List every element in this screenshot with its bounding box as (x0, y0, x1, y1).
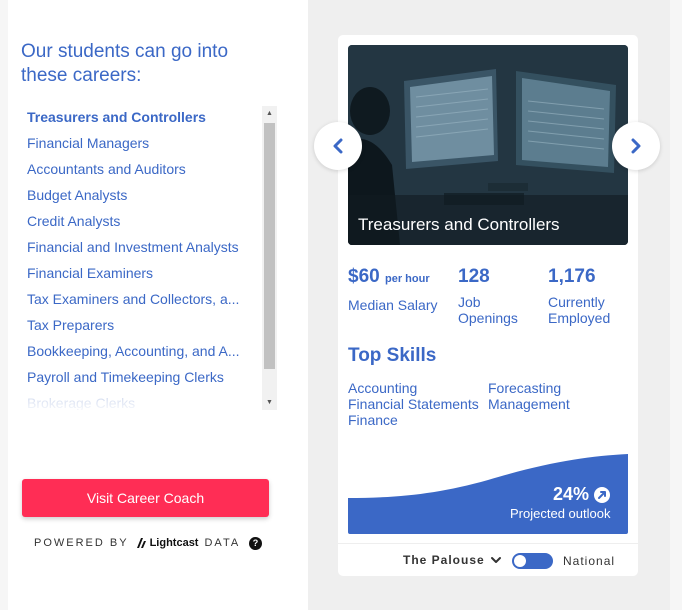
median-salary-label: Median Salary (348, 297, 438, 313)
region-selector[interactable]: The Palouse (403, 553, 502, 567)
scroll-down-icon[interactable]: ▼ (262, 395, 277, 410)
skill-item: Accounting (348, 380, 418, 396)
career-item[interactable]: Credit Analysts (21, 208, 243, 234)
salary-amount: $60 (348, 266, 380, 287)
career-item[interactable]: Payroll and Timekeeping Clerks (21, 364, 243, 390)
career-list[interactable]: Treasurers and Controllers Financial Man… (21, 104, 271, 410)
scroll-thumb[interactable] (264, 123, 275, 369)
national-label: National (563, 554, 616, 568)
skill-item: Forecasting (488, 380, 562, 396)
powered-prefix: POWERED BY (34, 537, 129, 549)
career-item[interactable]: Tax Examiners and Collectors, a... (21, 286, 243, 312)
job-openings-label: Job Openings (458, 294, 518, 326)
region-label: The Palouse (403, 553, 485, 567)
skill-item: Financial Statements (348, 396, 479, 412)
career-hero-image: Treasurers and Controllers (348, 45, 628, 245)
scroll-up-icon[interactable]: ▲ (262, 106, 277, 121)
outlook-percent: 24% (553, 484, 590, 504)
career-item[interactable]: Tax Preparers (21, 312, 243, 338)
career-item[interactable]: Financial and Investment Analysts (21, 234, 243, 260)
list-scrollbar[interactable]: ▲ ▼ (262, 106, 277, 410)
career-item[interactable]: Financial Managers (21, 130, 243, 156)
chevron-left-icon (333, 138, 343, 154)
toggle-knob (514, 555, 526, 567)
currently-employed-label: Currently Employed (548, 294, 611, 326)
median-salary-value: $60 per hour (348, 266, 430, 288)
projected-outlook-label: Projected outlook (510, 506, 611, 521)
currently-employed-value: 1,176 (548, 266, 596, 287)
salary-unit: per hour (384, 273, 430, 285)
lightcast-logo-icon (136, 538, 146, 548)
region-national-toggle[interactable] (512, 553, 553, 569)
career-title: Treasurers and Controllers (358, 215, 560, 234)
career-item[interactable]: Brokerage Clerks (21, 390, 243, 410)
careers-heading: Our students can go into these careers: (21, 41, 229, 86)
lightcast-logo-text: Lightcast (149, 537, 199, 549)
career-item[interactable]: Treasurers and Controllers (21, 104, 243, 130)
lightcast-logo: Lightcast (135, 537, 199, 549)
career-item[interactable]: Bookkeeping, Accounting, and A... (21, 338, 243, 364)
chevron-right-icon (631, 138, 641, 154)
powered-by: POWERED BY Lightcast DATA (34, 535, 240, 551)
chevron-down-icon (490, 557, 501, 563)
card-divider (338, 543, 638, 544)
next-career-button[interactable] (612, 122, 660, 170)
career-item[interactable]: Budget Analysts (21, 182, 243, 208)
skill-item: Finance (348, 412, 398, 428)
previous-career-button[interactable] (314, 122, 362, 170)
trend-up-icon (594, 486, 611, 503)
help-icon[interactable]: ? (249, 537, 262, 550)
projected-outlook-value: 24% (553, 484, 611, 505)
top-skills-heading: Top Skills (348, 345, 437, 366)
skill-item: Management (488, 396, 570, 412)
career-item[interactable]: Accountants and Auditors (21, 156, 243, 182)
job-openings-value: 128 (458, 266, 490, 287)
career-item[interactable]: Financial Examiners (21, 260, 243, 286)
powered-suffix: DATA (204, 537, 241, 549)
visit-career-coach-button[interactable]: Visit Career Coach (22, 479, 269, 517)
